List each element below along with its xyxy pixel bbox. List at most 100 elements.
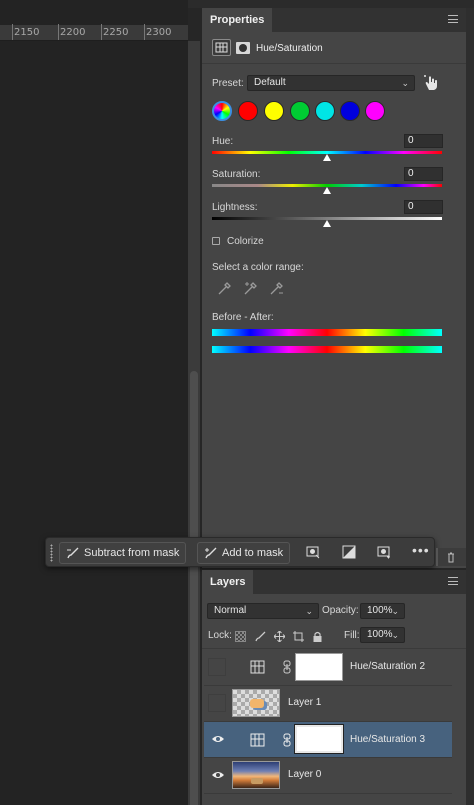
- chevron-down-icon: ⌄: [401, 78, 409, 88]
- visibility-toggle[interactable]: [208, 658, 226, 676]
- divider: [202, 63, 466, 64]
- layer-name[interactable]: Hue/Saturation 2: [350, 661, 425, 672]
- lock-position-icon[interactable]: [273, 630, 286, 643]
- properties-footer: [436, 548, 466, 566]
- layers-menu-icon[interactable]: [448, 577, 458, 585]
- tab-properties[interactable]: Properties: [202, 8, 273, 32]
- chevron-down-icon: ⌄: [391, 630, 399, 640]
- yellow-channel-swatch[interactable]: [264, 101, 284, 121]
- panel-menu-icon[interactable]: [448, 15, 458, 23]
- preset-value: Default: [254, 77, 286, 88]
- lock-image-pixels-icon[interactable]: [255, 631, 266, 642]
- mask-refine-icon[interactable]: [377, 545, 391, 559]
- fill-value: 100%: [367, 629, 393, 640]
- master-channel-swatch[interactable]: [212, 101, 232, 121]
- lock-artboard-icon[interactable]: [293, 631, 304, 642]
- add-to-mask-label: Add to mask: [222, 547, 284, 559]
- drag-handle[interactable]: [50, 544, 53, 562]
- eye-icon[interactable]: [212, 769, 224, 781]
- blend-mode-dropdown[interactable]: Normal ⌄: [207, 603, 319, 619]
- lock-label: Lock:: [208, 630, 232, 641]
- document-canvas[interactable]: [0, 0, 188, 805]
- preset-label: Preset:: [212, 78, 244, 89]
- colorize-checkbox[interactable]: [212, 237, 220, 245]
- chevron-down-icon: ⌄: [391, 606, 399, 616]
- invert-mask-icon[interactable]: [342, 545, 356, 559]
- eye-icon[interactable]: [212, 733, 224, 745]
- layer-thumbnail[interactable]: [232, 689, 280, 717]
- adjustment-title: Hue/Saturation: [256, 43, 323, 54]
- eyedropper-icon[interactable]: [217, 280, 233, 296]
- opacity-value: 100%: [367, 605, 393, 616]
- mask-icon[interactable]: [236, 42, 250, 54]
- before-after-label: Before - After:: [212, 312, 274, 323]
- more-options-icon[interactable]: •••: [412, 542, 430, 558]
- blue-channel-swatch[interactable]: [340, 101, 360, 121]
- cyan-channel-swatch[interactable]: [315, 101, 335, 121]
- layer-mask-thumbnail[interactable]: [295, 653, 343, 681]
- opacity-field[interactable]: 100% ⌄: [360, 603, 405, 619]
- layers-tab-bar: Layers: [202, 570, 466, 594]
- ruler-tick: 2150: [14, 27, 40, 38]
- layer-row[interactable]: Hue/Saturation 2: [204, 650, 452, 686]
- lock-transparent-pixels-icon[interactable]: [235, 631, 246, 642]
- saturation-value-field[interactable]: 0: [404, 167, 443, 181]
- right-edge-strip: [466, 8, 474, 805]
- layer-row[interactable]: Layer 0: [204, 758, 452, 794]
- eyedropper-minus-icon[interactable]: [269, 280, 285, 296]
- layer-name[interactable]: Layer 1: [288, 697, 321, 708]
- color-range-label: Select a color range:: [212, 262, 304, 273]
- colorize-label: Colorize: [227, 236, 264, 247]
- ruler-mark: [101, 24, 102, 40]
- divider: [202, 648, 466, 649]
- subtract-from-mask-label: Subtract from mask: [84, 547, 180, 559]
- fill-label: Fill:: [344, 630, 360, 641]
- lightness-value-field[interactable]: 0: [404, 200, 443, 214]
- before-color-bar: [212, 329, 442, 336]
- ruler-mark: [144, 24, 145, 40]
- subtract-from-mask-button[interactable]: Subtract from mask: [59, 542, 187, 564]
- ruler-tick: 2250: [103, 27, 129, 38]
- eyedropper-plus-icon[interactable]: [243, 280, 259, 296]
- mask-settings-icon[interactable]: [306, 545, 320, 559]
- layer-thumbnail[interactable]: [232, 761, 280, 789]
- after-color-bar: [212, 346, 442, 353]
- brush-plus-icon: [204, 546, 218, 560]
- brush-minus-icon: [66, 546, 80, 560]
- green-channel-swatch[interactable]: [290, 101, 310, 121]
- layer-name[interactable]: Layer 0: [288, 769, 321, 780]
- photoshop-workspace: 2150 2200 2250 2300 Properties Hue/Satur…: [0, 0, 474, 805]
- visibility-toggle[interactable]: [208, 694, 226, 712]
- layer-mask-thumbnail[interactable]: [295, 725, 343, 753]
- link-icon[interactable]: [283, 660, 291, 674]
- saturation-label: Saturation:: [212, 169, 261, 180]
- ruler-mark: [58, 24, 59, 40]
- scrollbar-thumb[interactable]: [190, 371, 198, 805]
- ruler-tick: 2200: [60, 27, 86, 38]
- layer-row-selected[interactable]: Hue/Saturation 3: [204, 722, 452, 758]
- ruler-tick: 2300: [146, 27, 172, 38]
- adjustment-layer-icon[interactable]: [212, 39, 231, 56]
- fill-field[interactable]: 100% ⌄: [360, 627, 405, 643]
- magenta-channel-swatch[interactable]: [365, 101, 385, 121]
- lightness-slider-thumb[interactable]: [323, 220, 331, 227]
- add-to-mask-button[interactable]: Add to mask: [197, 542, 291, 564]
- hue-label: Hue:: [212, 136, 234, 147]
- hue-value-field[interactable]: 0: [404, 134, 443, 148]
- preset-dropdown[interactable]: Default ⌄: [247, 75, 415, 91]
- ruler-mark: [12, 24, 13, 40]
- layer-row[interactable]: Layer 1: [204, 686, 452, 722]
- canvas-scrollbar[interactable]: [188, 41, 200, 805]
- link-icon[interactable]: [283, 733, 291, 747]
- targeted-adjustment-hand-icon[interactable]: [423, 74, 439, 91]
- layer-name[interactable]: Hue/Saturation 3: [350, 734, 425, 745]
- properties-tab-bar: Properties: [202, 8, 466, 32]
- lock-all-icon[interactable]: [312, 631, 323, 642]
- red-channel-swatch[interactable]: [238, 101, 258, 121]
- saturation-slider-thumb[interactable]: [323, 187, 331, 194]
- hue-slider-thumb[interactable]: [323, 154, 331, 161]
- adjustment-layer-icon: [250, 733, 265, 747]
- lightness-label: Lightness:: [212, 202, 258, 213]
- tab-layers[interactable]: Layers: [202, 570, 254, 594]
- blend-mode-value: Normal: [214, 605, 247, 616]
